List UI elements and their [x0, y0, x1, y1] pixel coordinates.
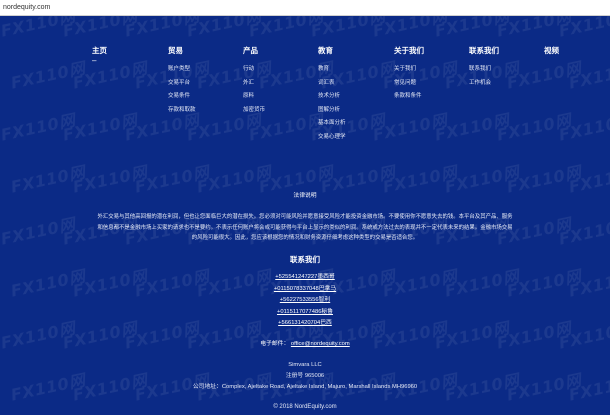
watermark-tile: FX110网 — [61, 16, 140, 41]
nav-col-trade: 贸易 账户类型 交易平台 交易条件 存款和取款 — [168, 46, 196, 120]
nav-link-chart-analysis[interactable]: 图解分析 — [318, 107, 346, 114]
nav-link-glossary[interactable]: 词汇表 — [318, 80, 346, 87]
watermark-tile: FX110网 — [371, 110, 450, 145]
nav-home-link[interactable]: 主页 — [92, 46, 107, 56]
url-text: nordequity.com — [3, 4, 51, 11]
nav-link-technical[interactable]: 技术分析 — [318, 93, 346, 100]
watermark-tile: FX110网 — [123, 16, 202, 41]
nav-link-faq[interactable]: 常见问题 — [394, 80, 434, 87]
nav-link-commodities[interactable]: 原料 — [243, 93, 265, 100]
phone-list: +525541247227墨西哥 +011507833704​8巴拿马 +562… — [0, 272, 610, 330]
nav-link-crypto[interactable]: 加密货币 — [243, 107, 265, 114]
nav-link-trading-platform[interactable]: 交易平台 — [168, 80, 196, 87]
legal-section: 法律说明 — [0, 190, 610, 199]
watermark-tile: FX110网 — [0, 110, 78, 145]
nav-col-home: 主页 – — [92, 46, 107, 65]
watermark-tile: FX110网 — [557, 214, 610, 249]
watermark-tile: FX110网 — [433, 110, 512, 145]
watermark-tile: FX110网 — [71, 58, 150, 93]
watermark-tile: FX110网 — [185, 16, 264, 41]
nav-link-account-types[interactable]: 账户类型 — [168, 66, 196, 73]
watermark-tile: FX110网 — [505, 58, 584, 93]
company-name: Simvara LLC — [288, 362, 322, 368]
nav-col-title[interactable]: 视频 — [544, 46, 559, 56]
nav-col-about: 关于我们 关于我们 常见问题 条款和条件 — [394, 46, 434, 107]
watermark-tile: FX110网 — [371, 16, 450, 41]
watermark-tile: FX110网 — [557, 110, 610, 145]
company-address: 公司地址：Complex, Ajeltake Road, Ajeltake Is… — [192, 384, 418, 390]
address-bar[interactable]: nordequity.com — [0, 0, 610, 16]
nav-link-trading-conditions[interactable]: 交易条件 — [168, 93, 196, 100]
watermark-tile: FX110网 — [567, 58, 610, 93]
email-label: 电子邮件： — [260, 341, 290, 347]
phone-link[interactable]: +525541247227墨西哥 — [0, 272, 610, 284]
copyright: © 2018 NordEquity.com — [273, 404, 337, 410]
company-reg: 注册号 965006 — [285, 373, 325, 379]
nav-link-stocks[interactable]: 行动 — [243, 66, 265, 73]
watermark-tile: FX110网 — [247, 16, 326, 41]
watermark-tile: FX110网 — [495, 110, 574, 145]
legal-title: 法律说明 — [293, 193, 317, 199]
company-info: Simvara LLC 注册号 965006 公司地址：Complex, Aje… — [0, 360, 610, 393]
legal-disclaimer: 外汇交易与其他高回报的潜在利润，但也让您面临巨大的潜在损失。您必须对可能风险并愿… — [97, 214, 513, 241]
nav-col-education: 教育 教育 词汇表 技术分析 图解分析 基本面分析 交易心理学 — [318, 46, 346, 147]
nav-col-products: 产品 行动 外汇 原料 加密货币 — [243, 46, 265, 120]
nav-col-contact: 联系我们 联系我们 工作机会 — [469, 46, 509, 93]
phone-link[interactable]: +011511707748​6秘鲁 — [0, 307, 610, 319]
watermark-tile: FX110网 — [9, 58, 88, 93]
watermark-tile: FX110网 — [495, 16, 574, 41]
nav-link-forex[interactable]: 外汇 — [243, 80, 265, 87]
nav-col-title[interactable]: 教育 — [318, 46, 346, 56]
nav-link-fundamental[interactable]: 基本面分析 — [318, 120, 346, 127]
watermark-tile: FX110网 — [309, 16, 388, 41]
phone-link[interactable]: +56227533556智利 — [0, 295, 610, 307]
nav-link-contact[interactable]: 联系我们 — [469, 66, 509, 73]
nav-home-dash: – — [92, 56, 97, 65]
watermark-tile: FX110网 — [61, 110, 140, 145]
nav-col-title[interactable]: 联系我们 — [469, 46, 509, 56]
phone-link[interactable]: +011507833704​8巴拿马 — [0, 284, 610, 296]
watermark-tile: FX110网 — [557, 16, 610, 41]
watermark-tile: FX110网 — [0, 16, 78, 41]
site-footer: FX110网 FX110网 FX110网 FX110网 FX110网 FX110网 FX11… — [0, 16, 610, 415]
email-row: 电子邮件： office@nordequity.com — [0, 338, 610, 347]
nav-link-education[interactable]: 教育 — [318, 66, 346, 73]
watermark-tile: FX110网 — [433, 16, 512, 41]
nav-link-about[interactable]: 关于我们 — [394, 66, 434, 73]
nav-col-video: 视频 — [544, 46, 559, 56]
phone-link[interactable]: +5661314207​04巴西 — [0, 318, 610, 330]
nav-col-title[interactable]: 关于我们 — [394, 46, 434, 56]
contact-title: 联系我们 — [290, 255, 320, 264]
nav-link-deposits[interactable]: 存款和取款 — [168, 107, 196, 114]
nav-link-terms[interactable]: 条款和条件 — [394, 93, 434, 100]
watermark-tile: FX110网 — [0, 214, 78, 249]
nav-col-title[interactable]: 产品 — [243, 46, 265, 56]
email-link[interactable]: office@nordequity.com — [291, 341, 350, 347]
nav-link-psychology[interactable]: 交易心理学 — [318, 134, 346, 141]
nav-col-title[interactable]: 贸易 — [168, 46, 196, 56]
nav-link-careers[interactable]: 工作机会 — [469, 80, 509, 87]
